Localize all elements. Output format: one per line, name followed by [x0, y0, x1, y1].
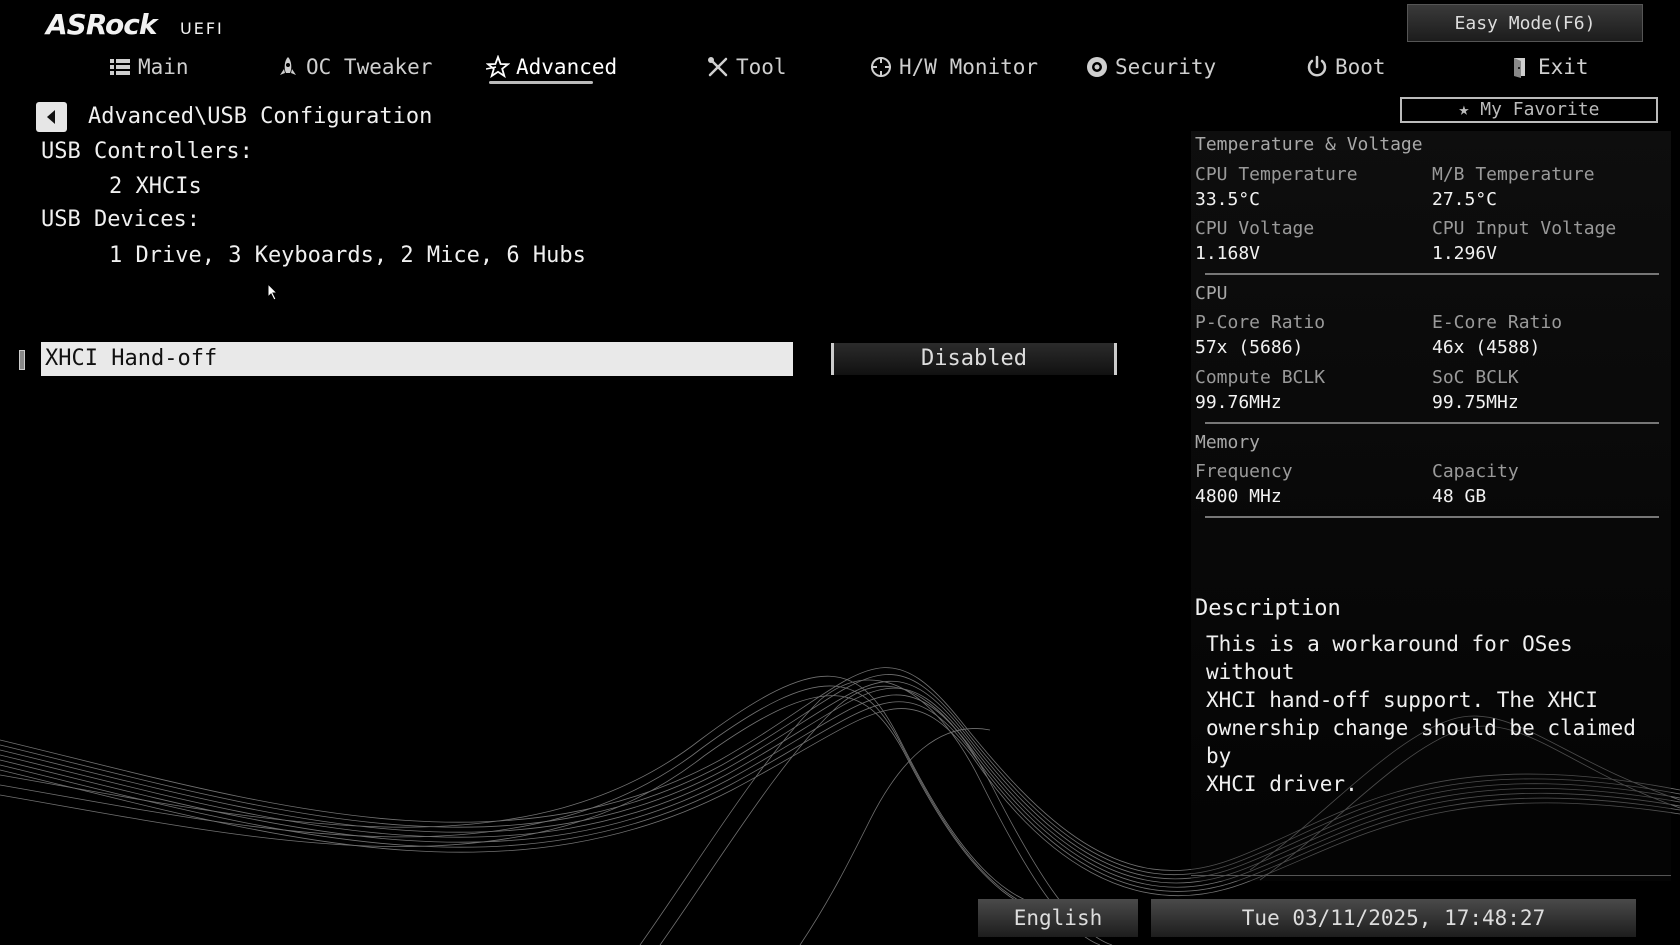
memory-frequency-value: 4800 MHz — [1195, 486, 1282, 507]
description-text: This is a workaround for OSes without XH… — [1206, 632, 1636, 796]
divider — [1205, 516, 1659, 518]
xhci-hand-off-setting[interactable]: XHCI Hand-off — [41, 342, 793, 376]
cpu-voltage-value: 1.168V — [1195, 243, 1261, 264]
divider — [1205, 422, 1659, 424]
mb-temp-value: 27.5°C — [1432, 189, 1498, 210]
list-icon — [110, 59, 130, 75]
tab-tool[interactable]: Tool — [706, 50, 787, 84]
asrock-logo: ASRock — [46, 8, 157, 41]
compute-bclk-label: Compute BCLK — [1195, 367, 1326, 388]
selection-marker — [19, 350, 25, 370]
rocket-icon — [280, 57, 296, 75]
memory-frequency-label: Frequency — [1195, 461, 1293, 482]
breadcrumb: Advanced\USB Configuration — [88, 104, 433, 129]
tab-boot[interactable]: Boot — [1305, 50, 1386, 84]
divider — [1191, 875, 1671, 876]
usb-devices-value: 1 Drive, 3 Keyboards, 2 Mice, 6 Hubs — [109, 243, 586, 268]
my-favorite-label: My Favorite — [1480, 99, 1600, 120]
tab-main[interactable]: Main — [108, 50, 189, 84]
mb-temp-label: M/B Temperature — [1432, 164, 1595, 185]
tab-label: Main — [138, 55, 189, 79]
tab-label: Security — [1115, 55, 1217, 79]
mouse-cursor-icon — [267, 283, 279, 301]
arrow-left-icon — [47, 110, 55, 124]
ecore-ratio-label: E-Core Ratio — [1432, 312, 1563, 333]
pcore-ratio-label: P-Core Ratio — [1195, 312, 1326, 333]
tab-security[interactable]: Security — [1085, 50, 1216, 84]
soc-bclk-value: 99.75MHz — [1432, 392, 1519, 413]
uefi-logo-text: UEFI — [180, 19, 224, 38]
xhci-hand-off-value[interactable]: Disabled — [831, 343, 1117, 375]
star-icon — [486, 55, 510, 79]
compute-bclk-value: 99.76MHz — [1195, 392, 1282, 413]
cpu-temp-value: 33.5°C — [1195, 189, 1261, 210]
power-icon — [1307, 55, 1327, 77]
language-button[interactable]: English — [978, 899, 1138, 937]
divider — [1205, 273, 1659, 275]
memory-capacity-value: 48 GB — [1432, 486, 1487, 507]
description-title: Description — [1195, 596, 1341, 621]
tab-label: Boot — [1335, 55, 1386, 79]
tab-label: H/W Monitor — [899, 55, 1039, 79]
tab-label: Tool — [736, 55, 787, 79]
tab-label: Exit — [1538, 55, 1589, 79]
memory-section-title: Memory — [1195, 432, 1261, 453]
back-button[interactable] — [36, 102, 67, 132]
exit-door-icon — [1514, 58, 1525, 78]
tab-exit[interactable]: Exit — [1508, 50, 1589, 84]
cpu-input-voltage-value: 1.296V — [1432, 243, 1498, 264]
usb-controllers-value: 2 XHCIs — [109, 174, 202, 199]
pcore-ratio-value: 57x (5686) — [1195, 337, 1304, 358]
tab-label: OC Tweaker — [306, 55, 433, 79]
cpu-input-voltage-label: CPU Input Voltage — [1432, 218, 1617, 239]
soc-bclk-label: SoC BCLK — [1432, 367, 1519, 388]
tab-oc-tweaker[interactable]: OC Tweaker — [276, 50, 432, 84]
shield-icon — [1087, 57, 1107, 77]
cpu-voltage-label: CPU Voltage — [1195, 218, 1315, 239]
cpu-temp-label: CPU Temperature — [1195, 164, 1358, 185]
usb-devices-label: USB Devices: — [41, 207, 200, 232]
star-icon: ★ — [1458, 99, 1470, 120]
temp-voltage-title: Temperature & Voltage — [1195, 134, 1423, 155]
tools-icon — [708, 57, 728, 77]
memory-capacity-label: Capacity — [1432, 461, 1519, 482]
tab-advanced[interactable]: Advanced — [486, 50, 617, 84]
crosshair-icon — [871, 57, 891, 77]
cpu-section-title: CPU — [1195, 283, 1228, 304]
easy-mode-button[interactable]: Easy Mode(F6) — [1407, 4, 1643, 42]
tab-hw-monitor[interactable]: H/W Monitor — [869, 50, 1038, 84]
my-favorite-button[interactable]: ★ My Favorite — [1400, 97, 1658, 123]
ecore-ratio-value: 46x (4588) — [1432, 337, 1541, 358]
datetime-display: Tue 03/11/2025, 17:48:27 — [1151, 899, 1636, 937]
usb-controllers-label: USB Controllers: — [41, 139, 253, 164]
active-tab-underline — [489, 81, 593, 84]
tab-label: Advanced — [516, 55, 618, 79]
